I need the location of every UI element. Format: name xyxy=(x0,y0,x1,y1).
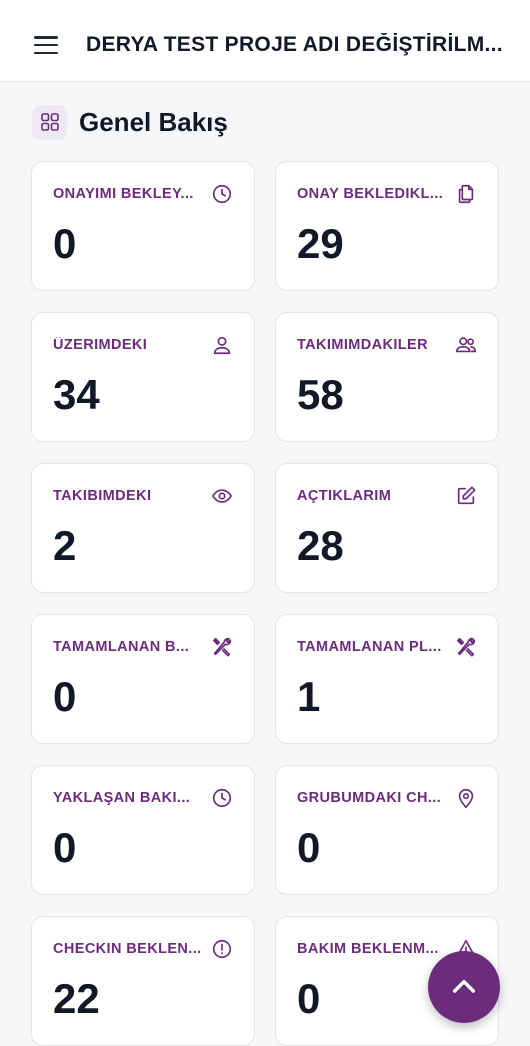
stat-card-awaiting-my-approval[interactable]: ONAYIMI BEKLEY... 0 xyxy=(31,161,255,291)
card-label: ÜZERIMDEKI xyxy=(53,337,148,353)
card-value: 28 xyxy=(297,522,344,569)
card-value: 29 xyxy=(297,220,344,267)
card-label: ONAY BEKLEDIKL... xyxy=(297,186,444,202)
card-label: TAMAMLANAN PL... xyxy=(297,639,442,655)
top-app-bar: DERYA TEST PROJE ADI DEĞİŞTİRİLM... xyxy=(0,0,530,82)
chevron-up-icon xyxy=(452,979,476,993)
stat-card-pending-approval[interactable]: ONAY BEKLEDIKL... 29 xyxy=(275,161,499,291)
edit-icon xyxy=(455,485,477,507)
card-label: YAKLAŞAN BAKI... xyxy=(53,790,191,806)
stat-card-group-checkin[interactable]: GRUBUMDAKI CH... 0 xyxy=(275,765,499,895)
stat-card-upcoming-maintenance[interactable]: YAKLAŞAN BAKI... 0 xyxy=(31,765,255,895)
card-value: 0 xyxy=(297,975,321,1022)
card-value: 34 xyxy=(53,371,100,418)
alert-circle-icon xyxy=(211,938,233,960)
card-label: GRUBUMDAKI CH... xyxy=(297,790,442,806)
stat-card-completed-planned[interactable]: TAMAMLANAN PL... 1 xyxy=(275,614,499,744)
card-value: 0 xyxy=(53,673,77,720)
users-icon xyxy=(455,334,477,356)
card-label: ONAYIMI BEKLEY... xyxy=(53,186,194,202)
project-title: DERYA TEST PROJE ADI DEĞİŞTİRİLM... xyxy=(86,33,503,56)
documents-icon xyxy=(455,183,477,205)
stat-card-completed-maintenance[interactable]: TAMAMLANAN B... 0 xyxy=(31,614,255,744)
stat-card-my-team[interactable]: TAKIMIMDAKILER 58 xyxy=(275,312,499,442)
card-value: 0 xyxy=(53,824,77,871)
card-value: 0 xyxy=(53,220,77,267)
card-value: 1 xyxy=(297,673,321,720)
card-label: TAMAMLANAN B... xyxy=(53,639,190,655)
clock-icon xyxy=(211,183,233,205)
hamburger-menu-icon[interactable] xyxy=(34,36,58,54)
user-icon xyxy=(211,334,233,356)
overview-header: Genel Bakış xyxy=(32,104,228,140)
card-value: 58 xyxy=(297,371,344,418)
card-label: CHECKIN BEKLEN... xyxy=(53,941,202,957)
card-label: BAKIM BEKLENM... xyxy=(297,941,439,957)
card-label: TAKIBIMDEKI xyxy=(53,488,152,504)
card-value: 22 xyxy=(53,975,100,1022)
stat-card-checkin-pending[interactable]: CHECKIN BEKLEN... 22 xyxy=(31,916,255,1046)
location-pin-icon xyxy=(455,787,477,809)
overview-card-grid: ONAYIMI BEKLEY... 0 ONAY BEKLEDIKL... 29… xyxy=(31,161,499,1046)
stat-card-opened-by-me[interactable]: AÇTIKLARIM 28 xyxy=(275,463,499,593)
card-label: TAKIMIMDAKILER xyxy=(297,337,428,353)
clock-icon xyxy=(211,787,233,809)
stat-card-assigned-to-me[interactable]: ÜZERIMDEKI 34 xyxy=(31,312,255,442)
overview-title: Genel Bakış xyxy=(79,106,228,137)
card-value: 2 xyxy=(53,522,77,569)
card-value: 0 xyxy=(297,824,321,871)
grid-icon xyxy=(32,104,67,140)
scroll-to-top-button[interactable] xyxy=(428,951,500,1023)
tools-icon xyxy=(455,636,477,658)
tools-icon xyxy=(211,636,233,658)
eye-icon xyxy=(211,485,233,507)
card-label: AÇTIKLARIM xyxy=(297,488,392,504)
stat-card-following[interactable]: TAKIBIMDEKI 2 xyxy=(31,463,255,593)
